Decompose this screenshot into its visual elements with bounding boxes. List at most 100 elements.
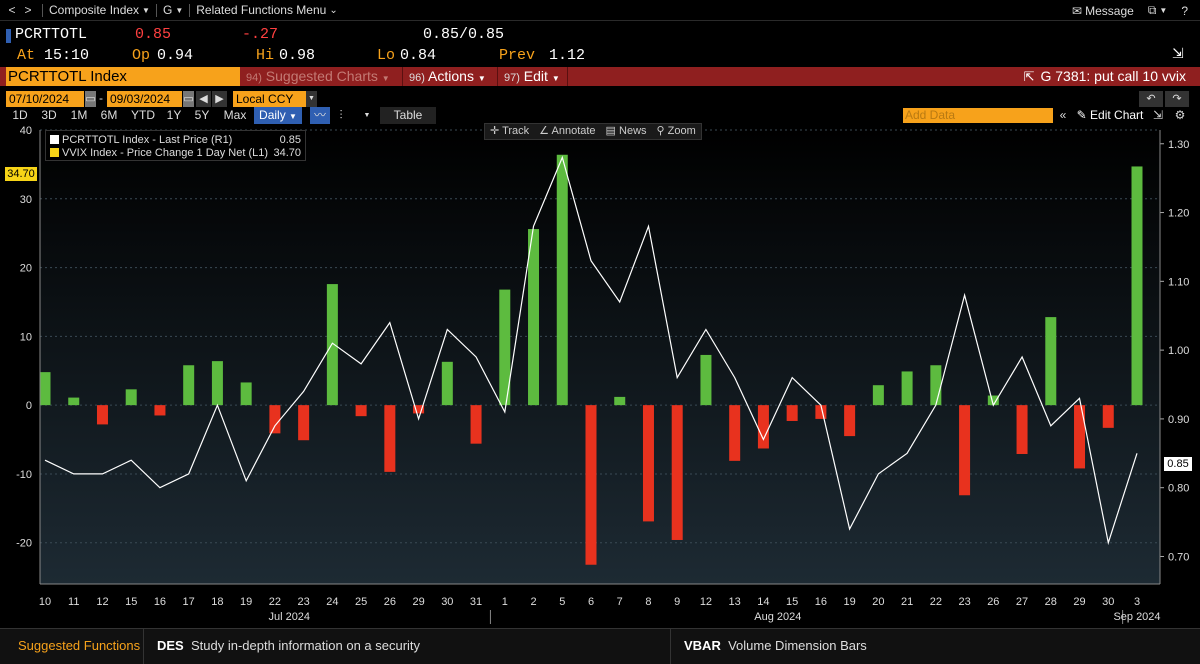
suggested-charts-label: Suggested Charts	[265, 68, 378, 84]
edit-chart-button[interactable]: ✎ Edit Chart	[1073, 107, 1147, 124]
next-period-button[interactable]: ▶	[212, 91, 227, 107]
range-3d[interactable]: 3D	[36, 107, 62, 124]
open-label: Op	[132, 47, 151, 64]
tool-news[interactable]: ▤ News	[601, 124, 652, 139]
range-1d[interactable]: 1D	[8, 107, 32, 124]
prev-period-button[interactable]: ◀	[196, 91, 211, 107]
g-dropdown[interactable]: G ▼	[163, 3, 183, 17]
caret-down-icon[interactable]: ▼	[306, 91, 317, 107]
chart[interactable]: -20 -10 0 10 20 30 40 0.70 0.80 0.90 1.00 1.10 1.20 1…	[0, 124, 1200, 627]
x-tick-label: 20	[872, 596, 884, 608]
message-button[interactable]: ✉ Message	[1072, 4, 1134, 18]
bar	[614, 396, 626, 406]
range-bar: 1D 3D 1M 6M YTD 1Y 5Y Max Daily ▼ 〰 ⫶ ▼ …	[0, 107, 1200, 124]
bar	[1074, 405, 1086, 469]
currency-select[interactable]: Local CCY	[233, 91, 306, 107]
gear-icon[interactable]: ⚙	[1171, 107, 1189, 124]
legend[interactable]: PCRTTOTL Index - Last Price (R1) 0.85 VV…	[45, 130, 306, 161]
quote-line-2: At 15:10 Op 0.94 Hi 0.98 Lo 0.84 Prev 1.…	[0, 47, 1200, 67]
right-axis-tick-label: 0.90	[1168, 414, 1189, 426]
high-value: 0.98	[279, 47, 316, 64]
suggested-charts-menu[interactable]: 94) Suggested Charts ▼	[242, 67, 403, 86]
bar	[96, 405, 108, 425]
bar	[844, 405, 856, 437]
x-tick-label: 22	[930, 596, 942, 608]
open-value: 0.94	[157, 47, 194, 64]
composite-index-label: Composite Index	[49, 3, 140, 17]
tool-zoom[interactable]: ⚲ Zoom	[652, 124, 701, 139]
back-button[interactable]: <	[4, 3, 20, 17]
range-ytd[interactable]: YTD	[127, 107, 159, 124]
forward-button[interactable]: >	[20, 3, 36, 17]
caret-down-icon: ▼	[1159, 6, 1168, 15]
external-link-icon: ⇱	[1023, 69, 1035, 84]
add-data-input[interactable]: Add Data	[903, 108, 1053, 123]
month-label: Sep 2024	[1113, 611, 1160, 623]
x-tick-label: 30	[1102, 596, 1114, 608]
bar	[930, 365, 942, 406]
des-function[interactable]: DES Study in-depth information on a secu…	[157, 629, 420, 664]
month-label: Aug 2024	[754, 611, 801, 623]
low-label: Lo	[377, 47, 396, 64]
x-tick-label: 8	[645, 596, 651, 608]
bar	[901, 371, 913, 406]
security-bar: PCRTTOTL Index 94) Suggested Charts ▼ 96…	[0, 67, 1200, 86]
left-axis-tick-label: 0	[26, 400, 32, 412]
annotate-icon: ∠	[539, 125, 550, 137]
table-button[interactable]: Table	[380, 107, 436, 124]
caret-down-icon: ▼	[381, 74, 390, 83]
range-1y[interactable]: 1Y	[163, 107, 185, 124]
des-description: Study in-depth information on a security	[190, 638, 421, 653]
left-axis-tick-label: -10	[16, 469, 32, 481]
window-menu-button[interactable]: ⧉ ▼	[1148, 3, 1168, 18]
vbar-function[interactable]: VBAR Volume Dimension Bars	[684, 629, 867, 664]
tool-annotate[interactable]: ∠ Annotate	[534, 124, 600, 139]
period-select[interactable]: Daily ▼	[254, 107, 302, 124]
bar	[298, 405, 310, 441]
range-6m[interactable]: 6M	[96, 107, 122, 124]
edit-number: 97)	[504, 72, 520, 84]
ticker: PCRTTOTL	[15, 26, 88, 43]
range-1m[interactable]: 1M	[66, 107, 92, 124]
bar	[528, 229, 540, 406]
redo-icon[interactable]: ↷	[1165, 91, 1189, 107]
start-date-input[interactable]: 07/10/2024	[6, 91, 84, 107]
bar-chart-icon[interactable]: ⫶	[332, 107, 350, 124]
chart-title[interactable]: ⇱ G 7381: put call 10 vvix	[1024, 67, 1186, 86]
suggested-functions[interactable]: Suggested Functions	[18, 629, 140, 664]
bar	[671, 405, 683, 540]
bar	[39, 372, 51, 406]
tool-news-label: News	[619, 125, 647, 137]
range-max[interactable]: Max	[219, 107, 251, 124]
end-date-input[interactable]: 09/03/2024	[107, 91, 182, 107]
bid-ask: 0.85/0.85	[423, 26, 505, 43]
legend-item: VVIX Index - Price Change 1 Day Net (L1)…	[50, 146, 301, 159]
edit-layout-icon[interactable]: ⇲	[1151, 107, 1165, 124]
right-axis-tick-label: 1.30	[1168, 139, 1189, 151]
magnifier-icon: ⚲	[656, 125, 665, 137]
pencil-icon: ✎	[1076, 108, 1087, 122]
bar	[729, 405, 741, 461]
range-5y[interactable]: 5Y	[191, 107, 213, 124]
calendar-icon[interactable]: ▭	[183, 91, 194, 107]
x-tick-label: 22	[269, 596, 281, 608]
undo-icon[interactable]: ↶	[1139, 91, 1163, 107]
at-label: At	[17, 47, 36, 64]
right-axis-tick-label: 0.80	[1168, 483, 1189, 495]
related-functions-menu[interactable]: Related Functions Menu ⌄	[196, 3, 337, 17]
collapse-icon[interactable]: «	[1056, 107, 1070, 124]
edit-menu[interactable]: 97) Edit ▼	[500, 67, 568, 86]
bar	[1102, 405, 1114, 428]
tool-track[interactable]: ✛ Track	[485, 124, 534, 139]
calendar-icon[interactable]: ▭	[85, 91, 96, 107]
right-axis-tick-label: 1.10	[1168, 276, 1189, 288]
actions-menu[interactable]: 96) Actions ▼	[405, 67, 498, 86]
composite-index-dropdown[interactable]: Composite Index ▼	[49, 3, 150, 17]
caret-down-icon[interactable]: ▼	[360, 107, 374, 124]
x-tick-label: 30	[441, 596, 453, 608]
help-icon[interactable]: ?	[1181, 4, 1188, 18]
x-tick-label: 14	[757, 596, 769, 608]
line-chart-icon[interactable]: 〰	[310, 107, 330, 124]
security-name[interactable]: PCRTTOTL Index	[6, 67, 240, 86]
right-axis-tick-label: 1.00	[1168, 345, 1189, 357]
